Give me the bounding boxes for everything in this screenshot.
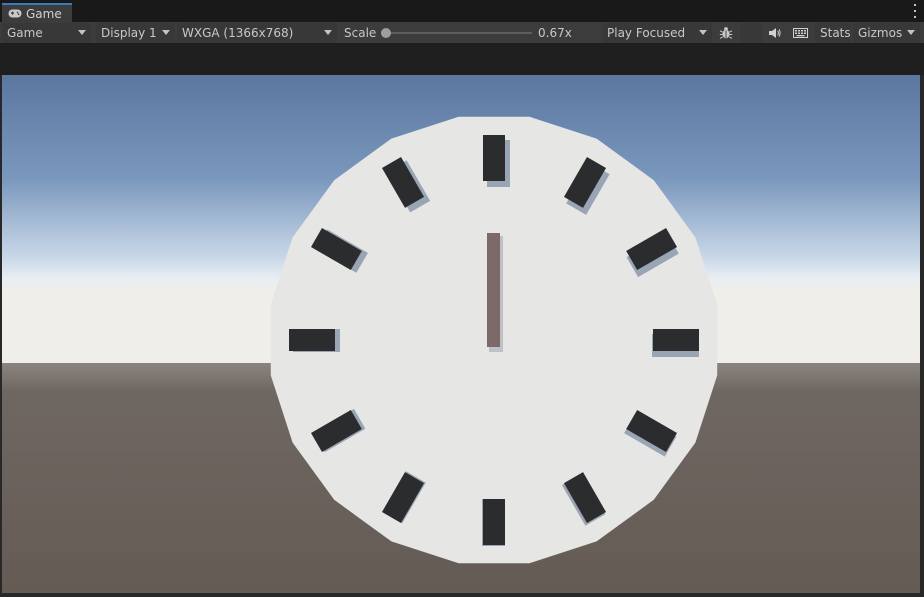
scene-render (2, 75, 920, 593)
hour-marker (652, 329, 699, 357)
scale-slider-track[interactable] (388, 32, 532, 34)
view-mode-dropdown[interactable]: Game (2, 23, 91, 43)
resolution-dropdown[interactable]: WXGA (1366x768) (177, 23, 337, 43)
chevron-down-icon (699, 30, 707, 35)
mute-audio-button[interactable] (764, 23, 786, 43)
resolution-label: WXGA (1366x768) (182, 26, 294, 40)
gizmos-label: Gizmos (858, 26, 903, 40)
stats-button[interactable]: Stats (815, 23, 851, 43)
tab-game[interactable]: Game (2, 3, 72, 22)
scale-value: 0.67x (533, 23, 599, 43)
stats-label: Stats (820, 26, 851, 40)
play-mode-dropdown[interactable]: Play Focused (602, 23, 712, 43)
gamepad-icon (8, 9, 22, 18)
hour-marker (482, 499, 505, 546)
scale-label: Scale (344, 26, 377, 40)
bug-icon (719, 27, 733, 39)
chevron-down-icon (78, 30, 86, 35)
game-window: Game Game Display 1 WXGA (1366x768) Scal… (0, 0, 924, 597)
chevron-down-icon (324, 30, 332, 35)
clock-hand (487, 233, 500, 347)
viewport-header-band (0, 44, 924, 75)
chevron-down-icon (162, 30, 170, 35)
shortcuts-button[interactable] (788, 23, 813, 43)
hour-marker (483, 135, 510, 187)
clock (270, 116, 718, 564)
hour-marker (289, 329, 340, 352)
display-dropdown[interactable]: Display 1 (96, 23, 175, 43)
speaker-icon (769, 28, 781, 38)
tab-strip: Game (0, 0, 924, 23)
game-viewport[interactable] (2, 75, 920, 593)
view-mode-label: Game (7, 26, 43, 40)
gizmos-dropdown[interactable]: Gizmos (853, 23, 920, 43)
tab-label: Game (26, 6, 62, 21)
toggle-button[interactable] (740, 23, 762, 43)
display-label: Display 1 (101, 26, 157, 40)
debug-button[interactable] (714, 23, 738, 43)
more-options-icon[interactable] (912, 4, 918, 18)
scale-slider-thumb[interactable] (381, 28, 391, 38)
chevron-down-icon (907, 30, 915, 35)
scale-value-text: 0.67x (538, 26, 572, 40)
keyboard-icon (793, 28, 808, 38)
play-mode-label: Play Focused (607, 26, 686, 40)
